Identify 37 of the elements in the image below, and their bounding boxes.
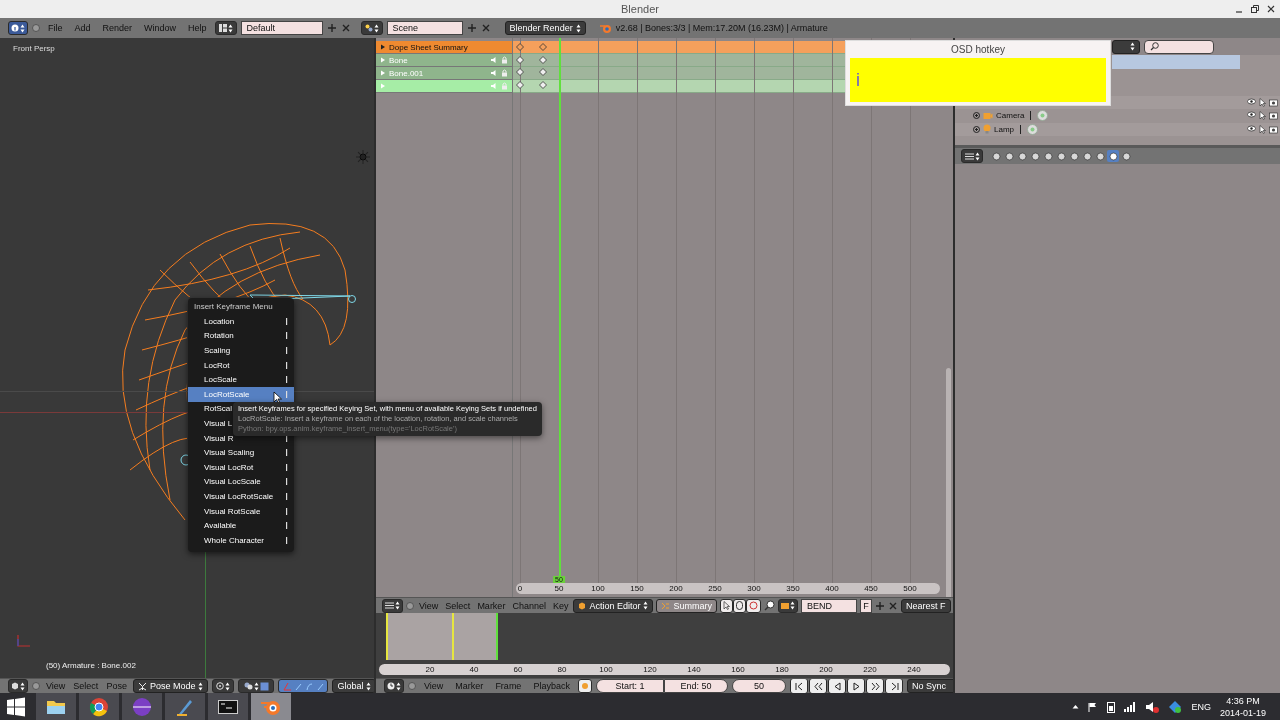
- ruler-label: 250: [708, 584, 722, 593]
- channel-name: Bone.001: [389, 68, 424, 78]
- ruler-label: 100: [599, 665, 613, 674]
- ruler-label: 160: [731, 665, 745, 674]
- window-title: Blender: [621, 3, 659, 15]
- ruler-label: 220: [863, 665, 877, 674]
- view-name: Front Persp: [13, 44, 55, 53]
- ruler-label: 60: [513, 665, 523, 674]
- channel-name: Dope Sheet Summary: [389, 42, 468, 52]
- ruler-label: 400: [825, 584, 839, 593]
- ruler-label: 140: [687, 665, 701, 674]
- ruler-label: 450: [864, 584, 878, 593]
- ruler-label: 300: [747, 584, 761, 593]
- ruler-label: 80: [557, 665, 567, 674]
- stats-text: v2.68 | Bones:3/3 | Mem:17.20M (16.23M) | Armature: [615, 23, 828, 33]
- menu-title: Insert Keyframe Menu: [193, 301, 274, 313]
- clock-time: 4:36 PM: [1226, 694, 1260, 707]
- ruler-label: 150: [630, 584, 644, 593]
- ruler-label: 200: [819, 665, 833, 674]
- ruler-label: 350: [786, 584, 800, 593]
- channel-name: Bone: [389, 55, 408, 65]
- ruler-label: 50: [554, 584, 564, 593]
- osd-title: OSD hotkey: [951, 44, 1005, 55]
- ruler-label: 200: [669, 584, 683, 593]
- object-name: Camera: [996, 111, 1025, 121]
- ruler-label: 120: [643, 665, 657, 674]
- ruler-label: 500: [903, 584, 917, 593]
- ruler-label: 40: [469, 665, 479, 674]
- ruler-label: 180: [775, 665, 789, 674]
- object-name: Lamp: [994, 124, 1014, 134]
- hotkey-display: i: [850, 58, 1106, 102]
- ruler-label: 20: [425, 665, 435, 674]
- clock-date: 2014-01-19: [1219, 706, 1266, 719]
- selection-status: (50) Armature : Bone.002: [46, 661, 136, 670]
- ruler-label: 0: [517, 584, 523, 593]
- ruler-label: 100: [591, 584, 605, 593]
- ruler-label: 240: [907, 665, 921, 674]
